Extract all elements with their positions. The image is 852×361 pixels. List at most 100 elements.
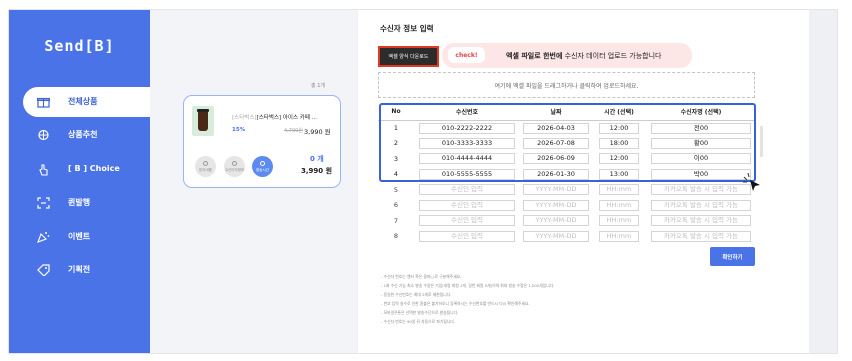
message-content-label: 받아내용 [199, 168, 212, 172]
notice-text: 엑셀 파일로 한번에 수신자 데이터 업로드 가능합니다 [506, 51, 661, 61]
phone-input[interactable]: 010-5555-5555 [419, 168, 515, 180]
sidebar-item-label: 퀸발행 [68, 198, 91, 207]
product-price: 3,990 원 [304, 128, 331, 136]
phone-input[interactable]: 010-4444-4444 [419, 153, 515, 165]
row-number: 3 [393, 154, 399, 163]
file-drop-zone[interactable]: 여기에 엑셀 파일을 드래그하거나 클릭하여 업로드하세요. [378, 72, 755, 98]
name-input[interactable]: 카카오톡 발송 시 입력 가능 [651, 215, 751, 227]
name-input[interactable]: 황00 [651, 137, 751, 149]
phone-input[interactable]: 수신인 입력 [419, 215, 515, 227]
time-input[interactable]: 12:00 [599, 153, 639, 165]
original-price: 4,700원 [284, 128, 303, 134]
sidebar-item-label: 기획전 [68, 265, 91, 274]
party-icon [37, 231, 50, 243]
date-input[interactable]: 2026-07-08 [523, 137, 589, 149]
gift-ribbon-icon [37, 129, 50, 141]
expand-icon [37, 197, 50, 209]
guide-note: - 수신자 번호는 엔터 혹은 콤마(,)로 구분해주세요. [381, 274, 462, 279]
name-input[interactable]: 카카오톡 발송 시 입력 가능 [651, 184, 751, 196]
time-input[interactable]: HH:mm [599, 199, 639, 211]
guide-note: - 1회 수신 가능 최소 발송 수량은 기업(대량 회원 1개, 일반 회원 … [381, 283, 555, 288]
table-row: 7 수신인 입력 YYYY-MM-DD HH:mm 카카오톡 발송 시 입력 가… [378, 213, 756, 229]
time-input[interactable]: 12:00 [599, 122, 639, 134]
product-brand: [스타벅스] [232, 115, 257, 121]
date-input[interactable]: 2026-06-09 [523, 153, 589, 165]
date-input[interactable]: YYYY-MM-DD [523, 199, 589, 211]
guide-note: - 수신자 번호는 90일 뒤 자동으로 파기됩니다. [381, 319, 456, 324]
date-input[interactable]: YYYY-MM-DD [523, 184, 589, 196]
phone-input[interactable]: 010-3333-3333 [419, 137, 515, 149]
sidebar-item-event[interactable]: 이벤트 [9, 222, 150, 252]
cart-count: 총 1개 [311, 83, 325, 89]
discount-rate: 15% [232, 127, 246, 133]
sidebar-item-recommend[interactable]: 상품추천 [9, 120, 150, 150]
notice-bold-text: 엑셀 파일로 한번에 [506, 52, 563, 60]
sidebar-item-issue[interactable]: 퀸발행 [9, 188, 150, 218]
phone-input[interactable]: 010-2222-2222 [419, 122, 515, 134]
row-number: 8 [393, 232, 399, 241]
date-input[interactable]: 2026-04-03 [523, 122, 589, 134]
table-row: 8 수신인 입력 YYYY-MM-DD HH:mm 카카오톡 발송 시 입력 가… [378, 229, 756, 245]
sidebar-item-label: 전체상품 [68, 97, 98, 106]
row-number: 5 [393, 185, 399, 194]
time-input[interactable]: HH:mm [599, 230, 639, 242]
guide-note: - 번호 입력 실수로 인한 환불은 불가하오니 등록하시는 수신번호를 반드시… [381, 301, 530, 306]
send-time-label: 발송시간 [256, 168, 269, 172]
recipient-table: No 수신번호 날짜 시간 (선택) 수신자명 (선택) 1 010-2222-… [378, 104, 756, 244]
message-content-button[interactable]: 받아내용 [195, 156, 216, 177]
name-input[interactable]: 카카오톡 발송 시 입력 가능 [651, 199, 751, 211]
product-name: [스타벅스][스타벅스] 아이스 카페 ... [232, 113, 338, 121]
col-phone: 수신번호 [414, 104, 520, 121]
date-input[interactable]: YYYY-MM-DD [523, 215, 589, 227]
recipient-info-button[interactable]: 수신이자정보 [224, 156, 245, 177]
name-input[interactable]: 박00 [651, 168, 751, 180]
product-thumbnail [192, 106, 214, 136]
sidebar-item-exhibition[interactable]: 기획전 [9, 255, 150, 285]
col-time: 시간 (선택) [592, 104, 646, 121]
table-row: 2 010-3333-3333 2026-07-08 18:00 황00 [378, 136, 756, 152]
row-number: 6 [393, 201, 399, 210]
cup-lid [197, 109, 209, 112]
date-input[interactable]: YYYY-MM-DD [523, 230, 589, 242]
table-row: 6 수신인 입력 YYYY-MM-DD HH:mm 카카오톡 발송 시 입력 가… [378, 198, 756, 214]
user-icon [232, 161, 237, 166]
row-number: 2 [393, 139, 399, 148]
time-input[interactable]: HH:mm [599, 184, 639, 196]
coffee-cup-icon [198, 111, 208, 131]
table-row: 5 수신인 입력 YYYY-MM-DD HH:mm 카카오톡 발송 시 입력 가… [378, 182, 756, 198]
guide-notes: - 수신자 번호는 엔터 혹은 콤마(,)로 구분해주세요. - 1회 수신 가… [381, 272, 554, 326]
message-icon [203, 161, 208, 166]
phone-input[interactable]: 수신인 입력 [419, 199, 515, 211]
name-input[interactable]: 이00 [651, 153, 751, 165]
sidebar-item-label: 이벤트 [68, 232, 91, 241]
table-scrollbar[interactable] [760, 126, 763, 157]
name-input[interactable]: 카카오톡 발송 시 입력 가능 [651, 230, 751, 242]
date-input[interactable]: 2026-01-30 [523, 168, 589, 180]
table-header: No 수신번호 날짜 시간 (선택) 수신자명 (선택) [378, 104, 756, 121]
mouse-cursor-icon [743, 172, 760, 191]
notice-rest-text: 수신자 데이터 업로드 가능합니다 [564, 52, 662, 60]
recipient-info-label: 수신이자정보 [224, 168, 245, 172]
name-input[interactable]: 전00 [651, 122, 751, 134]
send-time-button[interactable]: 발송시간 [252, 156, 273, 177]
sidebar-item-all-products[interactable]: 전체상품 [23, 87, 150, 117]
time-input[interactable]: HH:mm [599, 215, 639, 227]
gift-icon [37, 96, 50, 108]
time-input[interactable]: 18:00 [599, 137, 639, 149]
product-title: [스타벅스] 아이스 카페 ... [256, 115, 317, 121]
total-price: 3,990 원 [301, 167, 333, 175]
phone-input[interactable]: 수신인 입력 [419, 184, 515, 196]
sidebar-item-b-choice[interactable]: [ B ] Choice [9, 155, 150, 185]
row-number: 1 [393, 124, 399, 132]
excel-download-button[interactable]: 엑셀 양식 다운로드 [378, 46, 439, 67]
confirm-button[interactable]: 확인하기 [710, 247, 755, 266]
quantity-value: 0 개 [310, 155, 324, 163]
clock-icon [260, 161, 265, 166]
check-badge: check! [448, 47, 485, 63]
app-logo[interactable]: Send[B] [9, 37, 150, 55]
time-input[interactable]: 13:00 [599, 168, 639, 180]
table-row: 4 010-5555-5555 2026-01-30 13:00 박00 [378, 167, 756, 183]
phone-input[interactable]: 수신인 입력 [419, 230, 515, 242]
sidebar-item-label: 상품추천 [68, 130, 98, 139]
table-row: 1 010-2222-2222 2026-04-03 12:00 전00 [378, 120, 756, 136]
